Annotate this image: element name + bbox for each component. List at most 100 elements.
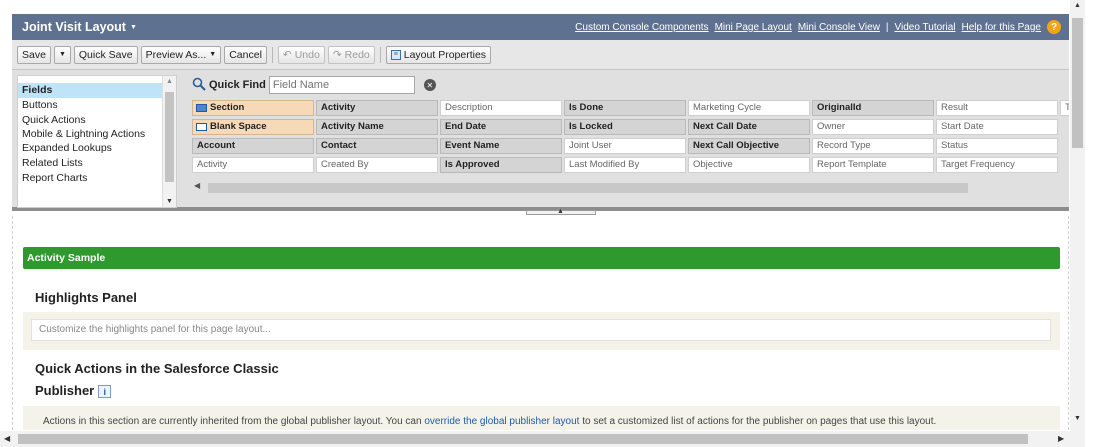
video-tutorial-link[interactable]: Video Tutorial [895, 22, 956, 33]
palette-field[interactable]: Objective [688, 157, 810, 173]
redo-button[interactable]: ↷ Redo [327, 45, 375, 64]
palette-field[interactable]: Created By [316, 157, 438, 173]
palette-field[interactable]: Account [192, 138, 314, 154]
layout-header: Joint Visit Layout ▼ Custom Console Comp… [12, 14, 1069, 40]
palette-field[interactable]: Description [440, 100, 562, 116]
scroll-right-icon[interactable]: ▶ [1058, 434, 1064, 443]
save-dropdown-button[interactable]: ▼ [53, 45, 71, 64]
layout-title[interactable]: Joint Visit Layout ▼ [12, 20, 137, 34]
quick-actions-panel: Actions in this section are currently in… [23, 406, 1060, 430]
save-label: Save [22, 48, 46, 61]
palette-field[interactable]: Record Type [812, 138, 934, 154]
quick-actions-title-line1: Quick Actions in the Salesforce Classic [35, 361, 279, 376]
palette-field[interactable]: Activity [192, 157, 314, 173]
palette-field[interactable]: Joint User [564, 138, 686, 154]
page-horizontal-scrollbar[interactable]: ◀ ▶ [0, 431, 1070, 447]
field-grid-scrollbar[interactable]: ◀ ▶ [192, 181, 1081, 195]
save-button[interactable]: Save [17, 45, 51, 64]
palette-field[interactable]: End Date [440, 119, 562, 135]
palette-field-label: OriginalId [817, 102, 862, 113]
palette-field-label: Description [445, 102, 493, 113]
scroll-up-icon[interactable]: ▲ [1074, 2, 1081, 9]
palette-field-label: Blank Space [210, 121, 267, 132]
preview-as-button[interactable]: Preview As... ▼ [140, 45, 222, 64]
category-mobile-lightning-actions[interactable]: Mobile & Lightning Actions [18, 128, 176, 141]
category-report-charts[interactable]: Report Charts [18, 171, 176, 186]
mini-console-view-link[interactable]: Mini Console View [798, 22, 880, 33]
palette-field[interactable]: Target Frequency [936, 157, 1058, 173]
palette-field[interactable]: Last Modified By [564, 157, 686, 173]
palette-field-label: Activity [197, 159, 228, 170]
override-publisher-layout-link[interactable]: override the global publisher layout [424, 416, 579, 427]
custom-console-components-link[interactable]: Custom Console Components [575, 22, 708, 33]
clear-icon[interactable]: ✕ [423, 79, 436, 91]
palette-field[interactable]: Result [936, 100, 1058, 116]
quick-save-button[interactable]: Quick Save [73, 45, 138, 64]
section-icon [196, 104, 207, 112]
mini-page-layout-link[interactable]: Mini Page Layout [715, 22, 792, 33]
undo-button[interactable]: ↶ Undo [277, 45, 325, 64]
field-grid: Section Activity Description Is Done Marketi… [192, 100, 1069, 180]
palette-field[interactable]: Contact [316, 138, 438, 154]
scroll-up-icon[interactable]: ▲ [166, 78, 173, 85]
scrollbar-thumb[interactable] [208, 183, 968, 193]
scrollbar-thumb[interactable] [165, 92, 174, 182]
palette-field[interactable]: Is Approved [440, 157, 562, 173]
help-link[interactable]: Help for this Page [962, 22, 1042, 33]
palette-field[interactable]: T [1060, 100, 1069, 116]
chevron-down-icon: ▼ [209, 51, 217, 58]
palette-field[interactable]: Next Call Objective [688, 138, 810, 154]
palette-field-label: Is Done [569, 102, 604, 113]
properties-icon: ≡ [390, 49, 401, 60]
preview-as-label: Preview As... [145, 48, 207, 61]
palette-field[interactable]: Owner [812, 119, 934, 135]
scroll-left-icon[interactable]: ◀ [194, 181, 200, 190]
palette-field[interactable]: Event Name [440, 138, 562, 154]
redo-label: Redo [344, 48, 370, 61]
palette-field[interactable]: Next Call Date [688, 119, 810, 135]
page-vertical-scrollbar[interactable]: ▲ ▼ [1070, 0, 1085, 447]
palette-field[interactable]: Section [192, 100, 314, 116]
scrollbar-thumb[interactable] [18, 434, 1028, 444]
undo-icon: ↶ [282, 48, 292, 61]
palette-field[interactable]: Marketing Cycle [688, 100, 810, 116]
scroll-down-icon[interactable]: ▼ [166, 198, 173, 205]
quick-actions-title-text: Publisher [35, 383, 95, 398]
palette-field[interactable]: Activity [316, 100, 438, 116]
layout-canvas: Activity Sample Highlights Panel Customi… [12, 216, 1069, 430]
info-icon[interactable]: i [98, 385, 112, 399]
category-quick-actions[interactable]: Quick Actions [18, 113, 176, 128]
palette-field-label: Contact [321, 140, 357, 151]
palette-field[interactable]: OriginalId [812, 100, 934, 116]
palette-field[interactable]: Start Date [936, 119, 1058, 135]
section-header[interactable]: Activity Sample [23, 247, 1060, 269]
palette-field-label: Is Approved [445, 159, 500, 170]
toolbar-divider [379, 46, 381, 63]
chevron-down-icon: ▼ [129, 23, 137, 31]
category-related-lists[interactable]: Related Lists [18, 156, 176, 171]
palette-field[interactable]: Blank Space [192, 119, 314, 135]
palette-field[interactable]: Report Template [812, 157, 934, 173]
category-scrollbar[interactable]: ▲ ▼ [162, 76, 176, 207]
qa-text-before: Actions in this section are currently in… [43, 416, 425, 427]
layout-properties-button[interactable]: ≡ Layout Properties [385, 45, 492, 64]
category-buttons[interactable]: Buttons [18, 98, 176, 113]
scrollbar-thumb[interactable] [1072, 18, 1083, 148]
palette-field-label: Next Call Objective [693, 140, 780, 151]
palette-field[interactable]: Activity Name [316, 119, 438, 135]
help-icon[interactable]: ? [1047, 20, 1061, 34]
palette-field-label: Start Date [941, 121, 984, 132]
quick-find-input[interactable] [268, 76, 415, 94]
cancel-button[interactable]: Cancel [224, 45, 267, 64]
palette-field[interactable]: Is Done [564, 100, 686, 116]
scroll-left-icon[interactable]: ◀ [4, 434, 10, 443]
palette-collapse-handle[interactable]: ▲ [526, 208, 596, 215]
qa-text-after: to set a customized list of actions for … [579, 416, 937, 427]
palette-field[interactable]: Status [936, 138, 1058, 154]
scroll-down-icon[interactable]: ▼ [1074, 415, 1081, 422]
category-expanded-lookups[interactable]: Expanded Lookups [18, 141, 176, 156]
category-fields[interactable]: Fields [18, 83, 176, 98]
palette-field-label: Section [210, 102, 245, 113]
palette-field[interactable]: Is Locked [564, 119, 686, 135]
highlights-panel-hint[interactable]: Customize the highlights panel for this … [31, 319, 1051, 341]
